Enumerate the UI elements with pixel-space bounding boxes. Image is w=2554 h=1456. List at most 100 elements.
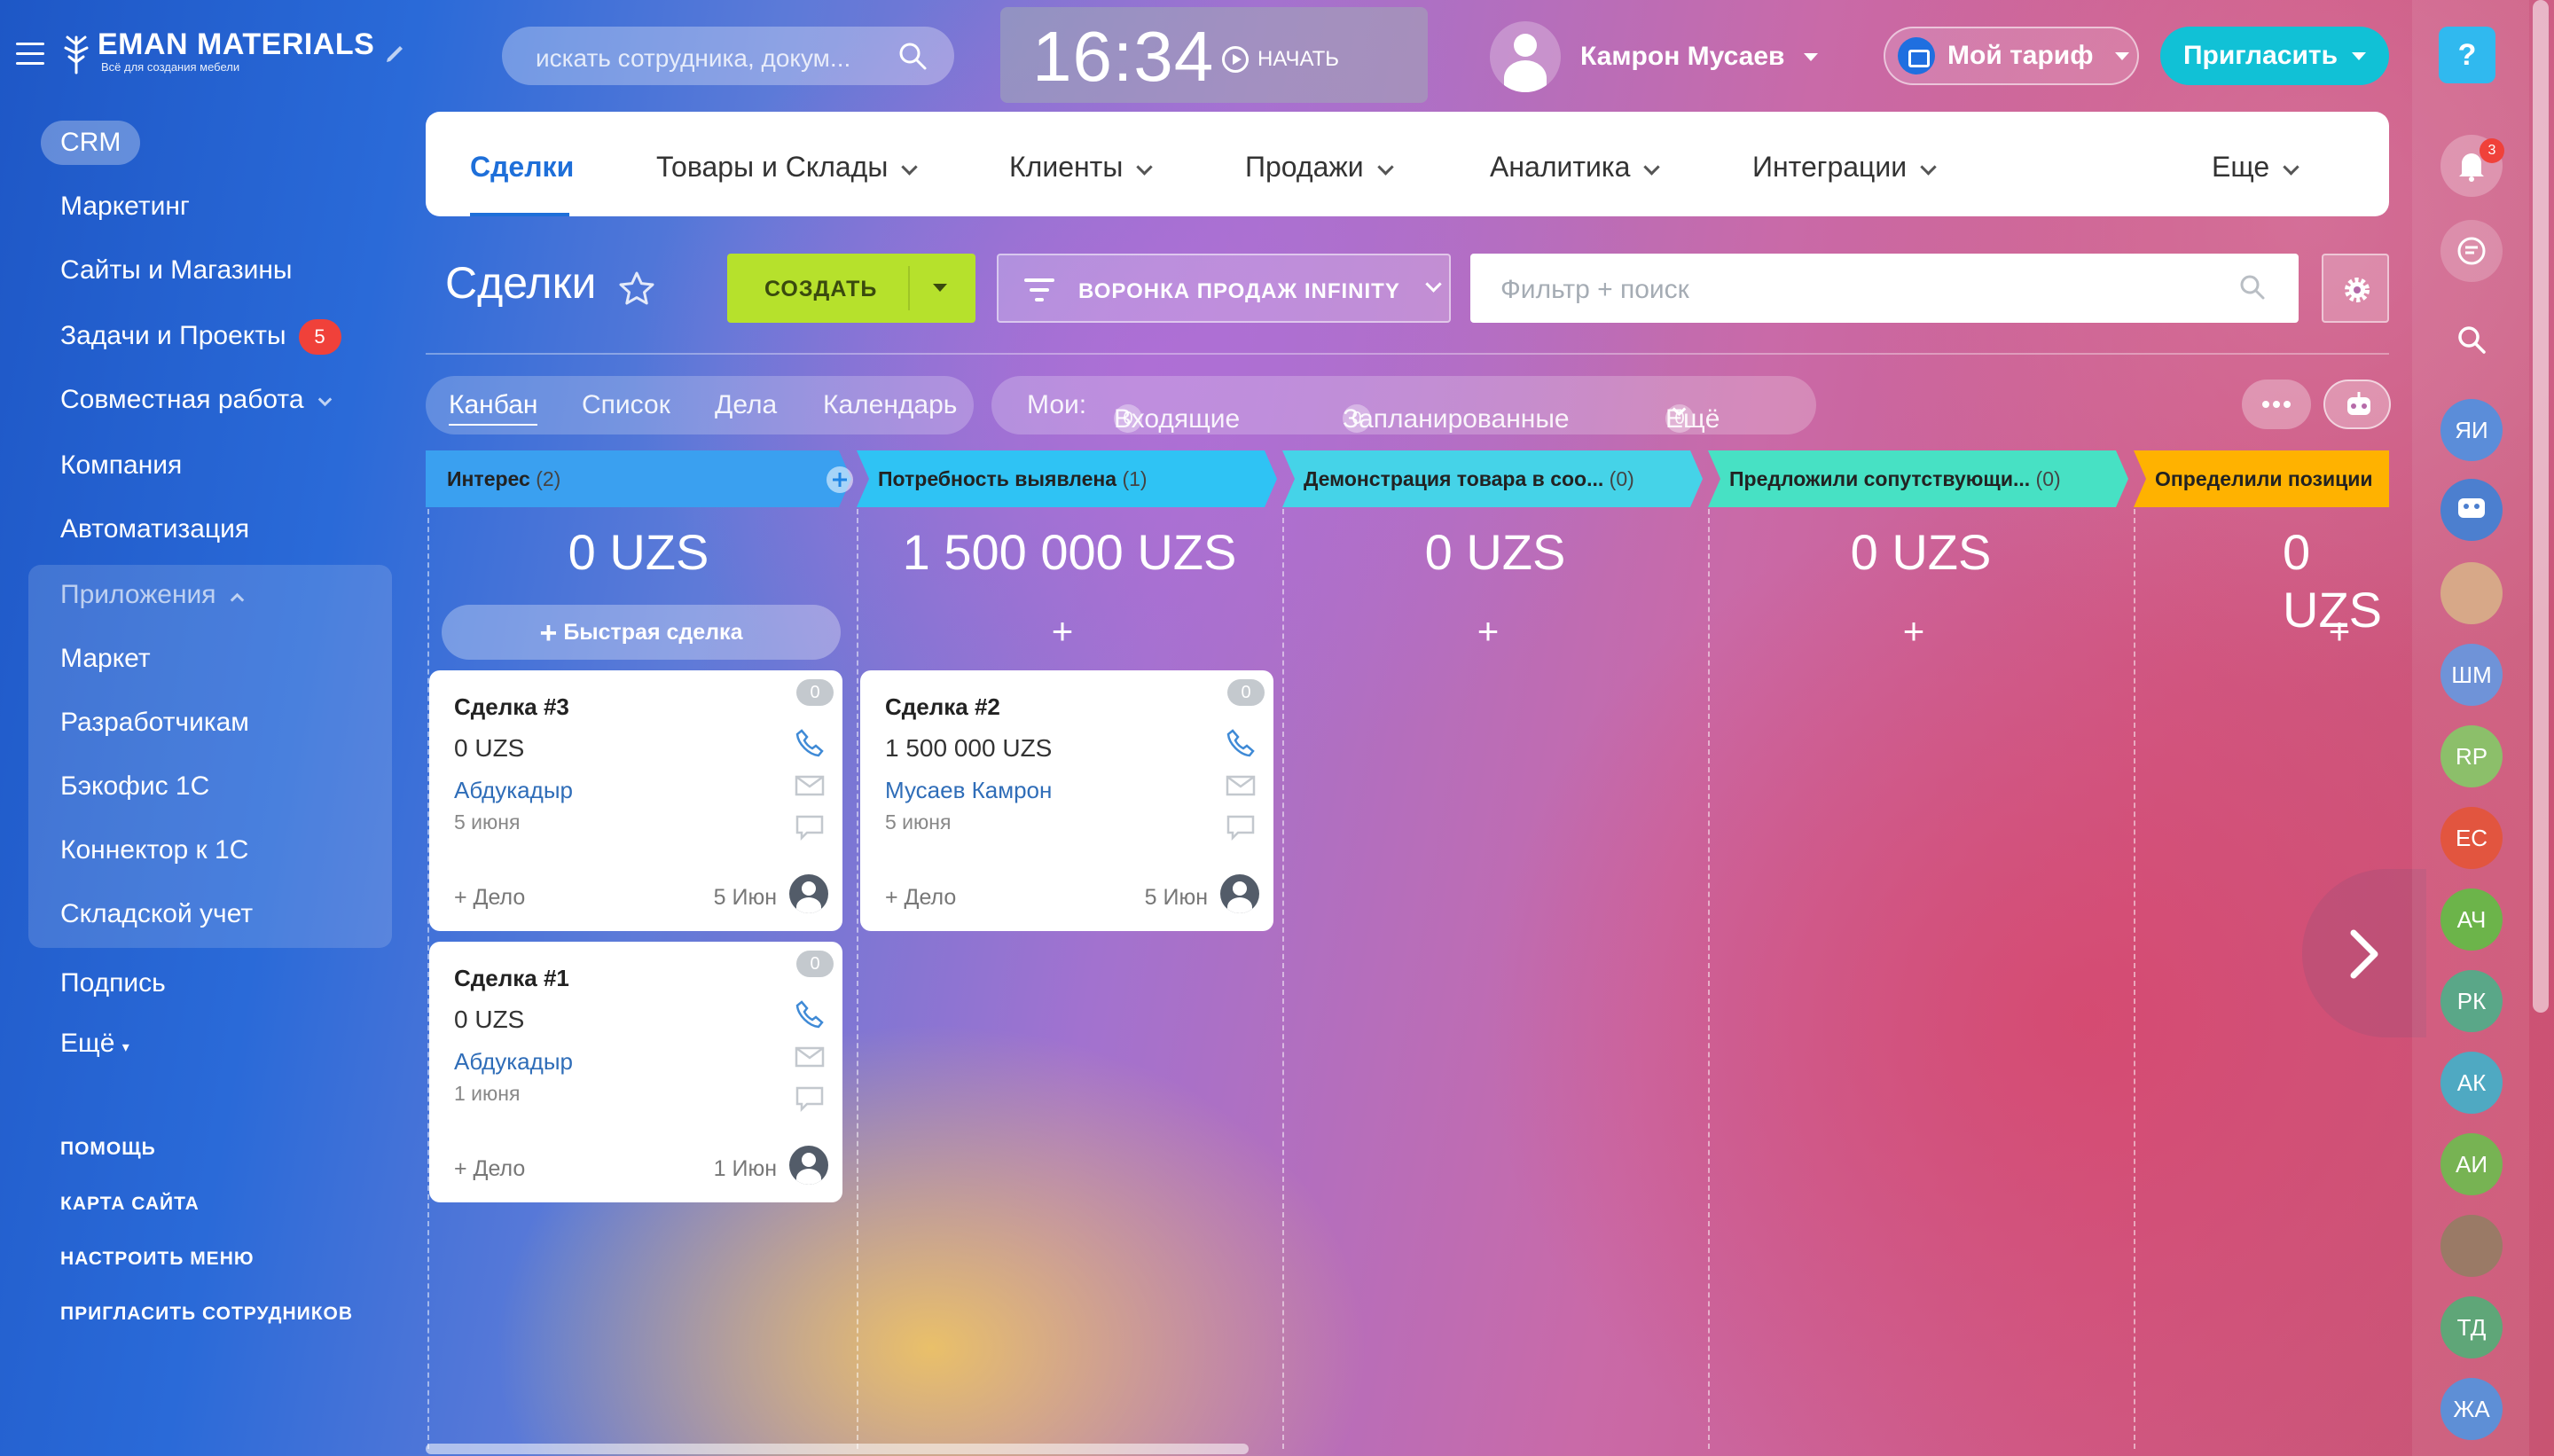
view-list[interactable]: Список <box>582 390 670 420</box>
sidebar-item-developers[interactable]: Разработчикам <box>60 708 249 738</box>
menu-toggle-icon[interactable] <box>16 43 44 67</box>
sidebar-item-marketing[interactable]: Маркетинг <box>60 192 190 222</box>
sidebar-item-collab[interactable]: Совместная работа <box>60 385 332 415</box>
sidebar-item-crm[interactable]: CRM <box>41 121 141 165</box>
settings-button[interactable] <box>2322 254 2389 323</box>
sidebar-item-more[interactable]: Ещё ▾ <box>60 1029 129 1059</box>
rail-search-button[interactable] <box>2440 309 2503 371</box>
contact-avatar[interactable]: RP <box>2440 725 2503 787</box>
stage-header[interactable]: Предложили сопутствующи... (0) <box>1708 450 2125 507</box>
horizontal-scrollbar[interactable] <box>426 1444 1249 1454</box>
tab-products[interactable]: Товары и Склады <box>656 151 919 184</box>
edit-logo-icon[interactable] <box>383 41 408 66</box>
phone-icon[interactable] <box>1226 727 1256 757</box>
chat-icon[interactable] <box>795 814 825 841</box>
invite-button[interactable]: Пригласить <box>2160 27 2389 85</box>
contact-avatar[interactable]: АК <box>2440 1052 2503 1114</box>
responsible-avatar[interactable] <box>789 1146 828 1185</box>
add-stage-icon[interactable] <box>825 465 855 495</box>
sidebar-item-sites[interactable]: Сайты и Магазины <box>60 255 292 286</box>
deal-client-link[interactable]: Мусаев Камрон <box>885 777 1052 804</box>
user-menu[interactable]: Камрон Мусаев <box>1490 21 1819 92</box>
chat-icon[interactable] <box>1226 814 1256 841</box>
logo[interactable]: EMAN MATERIALS Всё для создания мебели <box>62 28 374 74</box>
apps-header[interactable]: Приложения <box>60 580 244 610</box>
view-kanban[interactable]: Канбан <box>449 390 538 426</box>
tab-deals[interactable]: Сделки <box>470 151 574 184</box>
sidebar-item-signature[interactable]: Подпись <box>60 968 166 998</box>
group-chat-avatar[interactable] <box>2440 479 2503 541</box>
start-workday-button[interactable]: НАЧАТЬ <box>1222 46 1339 73</box>
contact-avatar[interactable]: ШМ <box>2440 644 2503 706</box>
phone-icon[interactable] <box>795 727 825 757</box>
add-deal-plus-icon[interactable]: + <box>2322 613 2357 650</box>
funnel-select[interactable]: ВОРОНКА ПРОДАЖ INFINITY <box>997 254 1451 323</box>
stage-header[interactable]: Демонстрация товара в соо... (0) <box>1282 450 1699 507</box>
deal-card[interactable]: Сделка #2 1 500 000 UZS Мусаев Камрон 5 … <box>860 670 1273 931</box>
contact-avatar[interactable]: ЯИ <box>2440 399 2503 461</box>
sidebar-item-market[interactable]: Маркет <box>60 644 151 674</box>
tab-analytics[interactable]: Аналитика <box>1490 151 1661 184</box>
stage-header[interactable]: Потребность выявлена (1) <box>857 450 1273 507</box>
contact-photo-avatar[interactable] <box>2440 562 2503 624</box>
deal-client-link[interactable]: Абдукадыр <box>454 777 573 804</box>
quick-deal-button[interactable]: + Быстрая сделка <box>442 605 841 660</box>
responsible-avatar[interactable] <box>1220 874 1259 913</box>
phone-icon[interactable] <box>795 998 825 1029</box>
filter-search-input[interactable]: Фильтр + поиск <box>1470 254 2299 323</box>
scroll-right-button[interactable] <box>2302 869 2426 1037</box>
view-calendar[interactable]: Календарь <box>823 390 957 420</box>
deal-card[interactable]: Сделка #1 0 UZS Абдукадыр 1 июня 0 + Дел… <box>429 942 842 1202</box>
tab-clients[interactable]: Клиенты <box>1009 151 1154 184</box>
contact-photo-avatar[interactable] <box>2440 1215 2503 1277</box>
view-activities[interactable]: Дела <box>715 390 777 420</box>
invite-employees-link[interactable]: ПРИГЛАСИТЬ СОТРУДНИКОВ <box>60 1303 353 1325</box>
deal-title[interactable]: Сделка #3 <box>454 693 569 721</box>
sidebar-item-tasks[interactable]: Задачи и Проекты 5 <box>60 319 341 355</box>
sitemap-link[interactable]: КАРТА САЙТА <box>60 1194 200 1215</box>
tab-integrations[interactable]: Интеграции <box>1752 151 1937 184</box>
contact-avatar[interactable]: EC <box>2440 807 2503 869</box>
deal-client-link[interactable]: Абдукадыр <box>454 1048 573 1076</box>
add-activity-link[interactable]: + Дело <box>885 885 956 911</box>
contact-avatar[interactable]: АИ <box>2440 1133 2503 1195</box>
contact-avatar[interactable]: ЖА <box>2440 1378 2503 1440</box>
stage-header[interactable]: Интерес (2) <box>426 450 816 507</box>
tab-more[interactable]: Еще <box>2212 151 2299 184</box>
vertical-scrollbar[interactable] <box>2533 0 2549 1013</box>
sidebar-item-backoffice[interactable]: Бэкофис 1С <box>60 771 209 802</box>
caret-down-icon[interactable] <box>933 284 947 292</box>
deal-card[interactable]: Сделка #3 0 UZS Абдукадыр 5 июня 0 + Дел… <box>429 670 842 931</box>
sidebar-item-company[interactable]: Компания <box>60 450 182 481</box>
messenger-button[interactable] <box>2440 220 2503 282</box>
robots-button[interactable] <box>2323 380 2391 429</box>
stage-header[interactable]: Определили позиции <box>2134 450 2389 507</box>
notifications-button[interactable]: 3 <box>2440 135 2504 197</box>
tab-sales[interactable]: Продажи <box>1245 151 1394 184</box>
add-activity-link[interactable]: + Дело <box>454 1156 525 1182</box>
sidebar-item-warehouse[interactable]: Складской учет <box>60 899 253 929</box>
deal-title[interactable]: Сделка #2 <box>885 693 1000 721</box>
create-deal-button[interactable]: СОЗДАТЬ <box>727 254 975 323</box>
help-link[interactable]: ПОМОЩЬ <box>60 1139 156 1160</box>
contact-avatar[interactable]: РК <box>2440 970 2503 1032</box>
add-deal-plus-icon[interactable]: + <box>1470 613 1506 650</box>
tariff-button[interactable]: Мой тариф <box>1884 27 2139 85</box>
mail-icon[interactable] <box>795 1045 825 1069</box>
more-options-button[interactable] <box>2242 380 2311 429</box>
mail-icon[interactable] <box>795 773 825 798</box>
chat-icon[interactable] <box>795 1085 825 1112</box>
configure-menu-link[interactable]: НАСТРОИТЬ МЕНЮ <box>60 1249 255 1270</box>
search-icon[interactable] <box>897 41 928 71</box>
add-deal-plus-icon[interactable]: + <box>1045 613 1080 650</box>
add-deal-plus-icon[interactable]: + <box>1896 613 1931 650</box>
global-search-input[interactable]: искать сотрудника, докум... <box>502 27 954 85</box>
sidebar-item-1c-connector[interactable]: Коннектор к 1С <box>60 835 248 865</box>
add-activity-link[interactable]: + Дело <box>454 885 525 911</box>
star-icon[interactable] <box>617 270 656 309</box>
sidebar-item-automation[interactable]: Автоматизация <box>60 514 249 544</box>
mail-icon[interactable] <box>1226 773 1256 798</box>
contact-avatar[interactable]: АЧ <box>2440 888 2503 951</box>
search-icon[interactable] <box>2238 273 2267 301</box>
contact-avatar[interactable]: ТД <box>2440 1296 2503 1358</box>
